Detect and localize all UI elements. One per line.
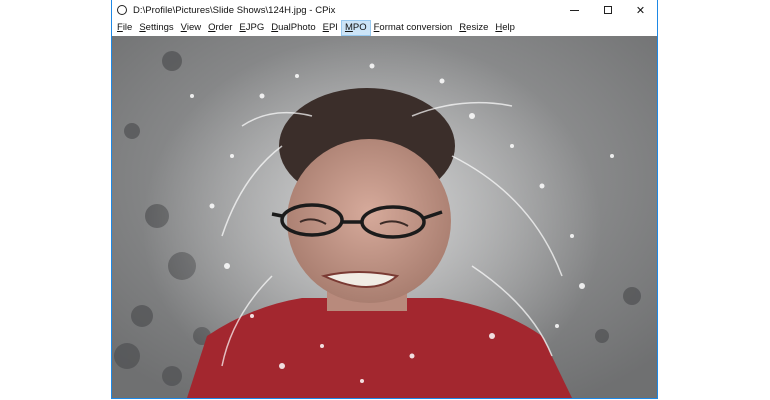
menu-epi[interactable]: EPI [320, 21, 341, 35]
menu-ejpg[interactable]: EJPG [236, 21, 267, 35]
menu-mpo[interactable]: MPO [340, 20, 371, 36]
menu-label: iew [186, 22, 202, 33]
title-bar[interactable]: D:\Profile\Pictures\Slide Shows\124H.jpg… [112, 0, 657, 20]
menu-resize[interactable]: Resize [456, 21, 491, 35]
menu-format-conversion[interactable]: Format conversion [371, 21, 456, 35]
menu-label: rder [215, 22, 233, 33]
minimize-icon [570, 9, 579, 11]
menu-order[interactable]: Order [205, 21, 235, 35]
menu-label: PO [352, 22, 367, 33]
menu-file[interactable]: File [114, 21, 135, 35]
menu-label: JPG [245, 22, 265, 33]
menu-label: ile [122, 22, 133, 33]
minimize-button[interactable] [558, 0, 591, 20]
menu-mnemonic: M [344, 22, 353, 33]
window-controls: ✕ [558, 0, 657, 20]
app-window: D:\Profile\Pictures\Slide Shows\124H.jpg… [111, 0, 658, 399]
menu-dualphoto[interactable]: DualPhoto [268, 21, 318, 35]
menu-mnemonic: O [208, 22, 216, 33]
menu-label: ettings [145, 22, 174, 33]
menu-settings[interactable]: Settings [136, 21, 176, 35]
maximize-icon [603, 6, 612, 14]
photo-icon [112, 36, 657, 398]
circle-icon [117, 5, 127, 15]
image-viewport[interactable] [112, 36, 657, 398]
maximize-button[interactable] [591, 0, 624, 20]
menu-view[interactable]: View [178, 21, 204, 35]
menu-label: esize [466, 22, 489, 33]
close-icon: ✕ [635, 4, 646, 17]
menu-label: ualPhoto [278, 22, 316, 33]
menu-label: PI [328, 22, 338, 33]
menu-label: ormat conversion [379, 22, 453, 33]
menu-help[interactable]: Help [492, 21, 518, 35]
menu-bar: File Settings View Order EJPG DualPhoto … [112, 20, 657, 36]
close-button[interactable]: ✕ [624, 0, 657, 20]
window-title: D:\Profile\Pictures\Slide Shows\124H.jpg… [133, 4, 336, 16]
menu-label: elp [502, 22, 515, 33]
